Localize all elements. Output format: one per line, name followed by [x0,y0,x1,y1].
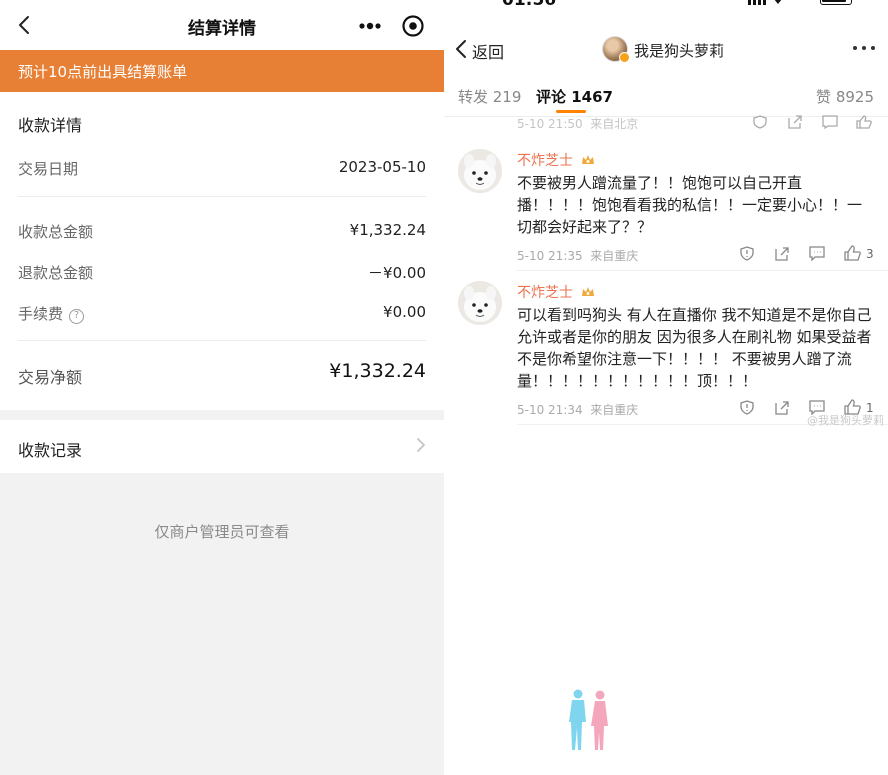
fan-crown-icon [582,155,595,164]
comment-icon[interactable] [822,115,838,129]
row-label: 交易净额 [18,368,83,387]
chevron-right-icon [417,438,425,452]
row-fee: 手续费? ¥0.00 [18,293,426,333]
commenter-name[interactable]: 不炸芝士 [517,150,595,170]
row-label: 手续费? [18,303,85,324]
author-name: 我是狗头萝莉 [634,42,725,60]
report-icon[interactable] [739,400,755,415]
signal-wifi-icon [748,0,782,5]
share-icon[interactable] [774,400,790,415]
more-options-icon[interactable] [850,38,878,58]
comment-divider [517,270,888,271]
like-count: 3 [866,247,874,261]
like-icon[interactable] [844,245,861,261]
mini-program-capsule [350,11,434,41]
admin-only-note: 仅商户管理员可查看 [154,523,290,541]
row-total-collected: 收款总金额 ¥1,332.24 [18,211,426,251]
row-value: ¥1,332.24 [329,360,426,382]
more-dots-icon[interactable] [350,11,390,41]
comment-time: 5-10 21:34 [517,403,583,417]
tab-likes[interactable]: 赞 8925 [816,86,874,107]
report-icon[interactable] [752,115,768,129]
share-icon[interactable] [787,115,803,129]
comment-location: 来自重庆 [590,249,639,263]
status-time: 01:56 [502,0,557,10]
comment-location: 来自重庆 [590,403,639,417]
comment-icon[interactable] [809,246,825,261]
help-icon[interactable]: ? [69,309,85,324]
comment-meta: 5-10 21:34 来自重庆 [517,401,638,418]
row-label: 交易日期 [18,160,79,178]
comment-meta: 5-10 21:35 来自重庆 [517,247,638,264]
collection-records-link[interactable]: 收款记录 [0,420,444,473]
row-total-refund: 退款总金额 －¥0.00 [18,252,426,292]
samoyed-avatar-icon [458,281,502,325]
divider [18,196,426,197]
like-icon[interactable] [856,115,872,129]
row-transaction-date: 交易日期 2023-05-10 [18,148,426,188]
report-icon[interactable] [739,246,755,261]
settlement-panel: 结算详情 预计10点前出具结算账单 收款详情 交易日期 2023-05-10 收… [0,0,444,775]
divider [18,340,426,341]
weibo-nav-bar: 返回 我是狗头萝莉 [444,28,888,70]
row-value: ¥1,332.24 [349,221,426,239]
commenter-avatar[interactable] [458,149,502,193]
share-icon[interactable] [774,246,790,261]
settlement-banner: 预计10点前出具结算账单 [0,50,444,92]
fee-label-text: 手续费 [18,305,64,323]
prev-comment-meta: 5-10 21:50 来自北京 [517,115,638,132]
prev-comment-location: 来自北京 [590,117,639,131]
collection-details-title: 收款详情 [18,116,83,135]
fan-crown-icon [582,287,595,296]
row-label: 收款总金额 [18,223,94,241]
close-target-icon[interactable] [400,13,426,39]
row-value: －¥0.00 [368,264,426,282]
row-label: 退款总金额 [18,264,94,282]
tab-comments[interactable]: 评论 1467 [536,86,613,107]
comment-text: 不要被男人蹭流量了！！饱饱可以自己开直播！！！！饱饱看看我的私信！！一定要小心！… [517,174,863,236]
row-value: ¥0.00 [383,303,426,321]
post-tabs: 转发 219 评论 1467 赞 8925 [444,76,888,116]
commenter-avatar[interactable] [458,281,502,325]
collection-details-card: 收款详情 交易日期 2023-05-10 收款总金额 ¥1,332.24 退款总… [0,92,444,410]
commenter-name[interactable]: 不炸芝士 [517,282,595,302]
row-value: 2023-05-10 [338,158,426,176]
weibo-watermark: @我是狗头萝莉 [807,414,884,427]
samoyed-avatar-icon [458,149,502,193]
row-net-amount: 交易净额 ¥1,332.24 [18,354,426,394]
comment-text: 可以看到吗狗头 有人在直播你 我不知道是不是你自己允许或者是你的朋友 因为很多人… [517,306,872,390]
weibo-comments-panel: 01:56 返回 我是狗头萝莉 转发 219 评论 1467 赞 8925 5-… [444,0,888,775]
verified-badge-icon [619,52,630,63]
commenter-name-text: 不炸芝士 [517,285,573,301]
collection-records-title: 收款记录 [18,441,83,460]
comment-time: 5-10 21:35 [517,249,583,263]
battery-icon [820,0,852,5]
back-label: 返回 [472,43,505,62]
back-chevron-icon [456,40,466,58]
tab-reposts[interactable]: 转发 219 [458,86,521,107]
active-tab-indicator [556,110,586,113]
left-header: 结算详情 [0,0,444,50]
couple-figures-icon [569,689,608,750]
prev-comment-time: 5-10 21:50 [517,117,583,131]
commenter-name-text: 不炸芝士 [517,153,573,169]
status-bar: 01:56 [444,0,888,12]
